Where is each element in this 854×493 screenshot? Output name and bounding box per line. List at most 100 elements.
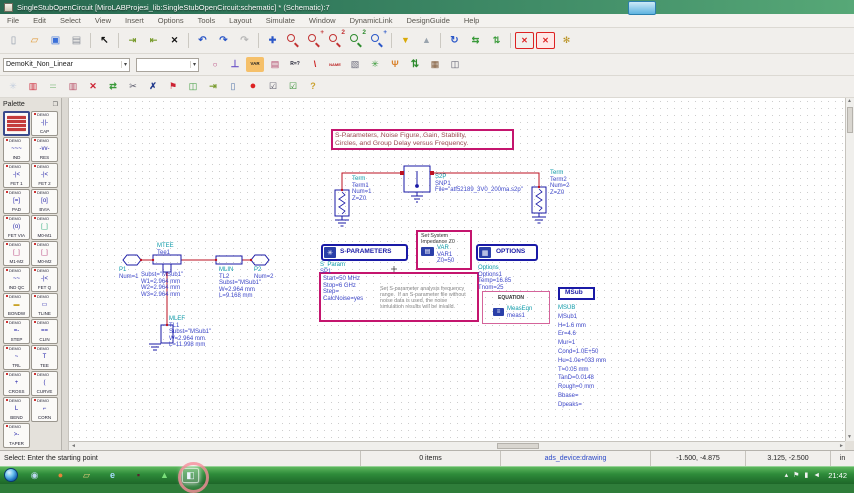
snap-star-button[interactable]: ✳ (4, 79, 22, 94)
deactivate-component-button[interactable]: ✕ (515, 32, 534, 49)
simulation-status-button[interactable]: ☑ (264, 79, 282, 94)
palette-scroll-strip[interactable] (62, 98, 69, 450)
menu-file[interactable]: File (7, 16, 19, 25)
scroll-up-icon[interactable]: ▲ (847, 99, 852, 104)
palette-item-cross[interactable]: DEMO + CROSS (3, 371, 30, 396)
print-button[interactable]: ▤ (67, 32, 86, 49)
new-file-button[interactable]: ▯ (4, 32, 23, 49)
palette-item-bondw[interactable]: DEMO ▬ BONDW (3, 293, 30, 318)
var-icon[interactable]: ▤ (421, 247, 434, 256)
scroll-down-icon[interactable]: ▼ (847, 435, 852, 440)
insert-wire-button[interactable]: ⇥ (123, 32, 142, 49)
snp1-labels[interactable]: S2P SNP1 File="atf52189_3V0_200ma.s2p" (435, 174, 523, 194)
taskbar-clock[interactable]: 21:42 (828, 471, 847, 480)
palette-item-corn[interactable]: DEMO ⌐ CORN (31, 397, 58, 422)
component-library-combo[interactable]: DemoKit_Non_Linear ▾ (3, 57, 130, 72)
note-title-text[interactable]: S-Parameters, Noise Figure, Gain, Stabil… (335, 132, 468, 148)
netlist-page-button[interactable]: ▯ (224, 79, 242, 94)
palette-item-fet-q[interactable]: DEMO -|< FET Q (31, 267, 58, 292)
menu-edit[interactable]: Edit (33, 16, 46, 25)
chevron-down-icon[interactable]: ▾ (189, 61, 196, 68)
menu-select[interactable]: Select (60, 16, 81, 25)
term1-labels[interactable]: Term Term1 Num=1 Z=Z0 (352, 176, 372, 202)
palette-item-tee[interactable]: DEMO T TEE (31, 345, 58, 370)
z0-note-heading[interactable]: Set System Impedance Z0 (421, 233, 455, 245)
tray-network-icon[interactable]: ▮ (804, 471, 808, 479)
palette-item-fet-1[interactable]: DEMO -|< FET 1 (3, 163, 30, 188)
palette-float-icon[interactable]: ❒ (53, 101, 58, 108)
taskbar-app-firefox[interactable]: ● (52, 468, 69, 483)
component-history-combo[interactable]: ▾ (136, 57, 199, 72)
horizontal-scrollbar[interactable]: ◄ ► (69, 441, 846, 450)
menu-dynamiclink[interactable]: DynamicLink (350, 16, 393, 25)
undo-button[interactable]: ↶ (193, 32, 212, 49)
term2-labels[interactable]: Term Term2 Num=2 Z=Z0 (550, 170, 570, 196)
palette-item-ind[interactable]: DEMO ~~~ IND (3, 137, 30, 162)
simulate-button[interactable]: ⇅ (406, 57, 424, 72)
sparam-instance-labels[interactable]: S_Param SP1 (320, 262, 345, 275)
chevron-down-icon[interactable]: ▾ (120, 61, 127, 68)
palette-item-taper[interactable]: DEMO >- TAPER (3, 423, 30, 448)
palette-item-m0-m2[interactable]: DEMO [_] M0-M2 (31, 241, 58, 266)
zoom-in-button[interactable]: + (305, 29, 324, 49)
palette-item-ind-qc[interactable]: DEMO ~~ IND QC (3, 267, 30, 292)
palette-item-fet-2[interactable]: DEMO -|< FET 2 (31, 163, 58, 188)
taskbar-app-green[interactable]: ▲ (156, 468, 173, 483)
help-pointer-button[interactable]: ? (304, 79, 322, 94)
wire-name-button[interactable]: NAME (326, 57, 344, 72)
schematic-canvas[interactable]: ✳ ▦ ▤ ≡ S-Parameters, Noise Figure, Gain, St… (69, 98, 846, 441)
options-instance-labels[interactable]: Options Options1 Temp=16.85 Tnom=25 (478, 265, 511, 291)
palette-item-step[interactable]: DEMO =- STEP (3, 319, 30, 344)
scroll-left-icon[interactable]: ◄ (71, 444, 76, 449)
palette-item-tline[interactable]: DEMO ▭ TLINE (31, 293, 58, 318)
parts-list-red-button[interactable]: ▥ (24, 79, 42, 94)
deactivate-parts-button[interactable]: ✕ (84, 79, 102, 94)
scroll-right-icon[interactable]: ► (839, 444, 844, 449)
palette-item-cap[interactable]: DEMO -||- CAP (31, 111, 58, 136)
insert-var-button[interactable]: VAR (246, 57, 264, 72)
tray-show-hidden-icon[interactable]: ▴ (785, 471, 789, 479)
library-browser-button[interactable]: ▤ (266, 57, 284, 72)
menu-insert[interactable]: Insert (125, 16, 144, 25)
taskbar-app-explorer[interactable]: ▱ (78, 468, 95, 483)
palette-item-pad[interactable]: DEMO [=] PAD (3, 189, 30, 214)
palette-item-m0-m1[interactable]: DEMO [_] M0-M1 (31, 215, 58, 240)
horizontal-scroll-thumb[interactable] (497, 443, 539, 449)
vertical-scroll-thumb[interactable] (847, 107, 853, 133)
rotate-button[interactable]: ↻ (445, 32, 464, 49)
tune-parameters-button[interactable]: Ψ (386, 57, 404, 72)
tray-volume-icon[interactable]: ◄ (813, 472, 820, 479)
menu-options[interactable]: Options (158, 16, 184, 25)
save-button[interactable]: ▣ (46, 32, 65, 49)
sim-settings-labels[interactable]: Start=50 MHz Stop=6 GHz Step= CalcNoise=yes (323, 276, 363, 302)
sparams-block-label[interactable]: S-PARAMETERS (340, 248, 392, 256)
p1-labels[interactable]: P1 Num=1 (119, 267, 139, 280)
options-grid-icon[interactable]: ▦ (479, 247, 491, 258)
menu-help[interactable]: Help (464, 16, 479, 25)
copy-pages-button[interactable]: ◫ (184, 79, 202, 94)
open-file-button[interactable]: ▱ (25, 32, 44, 49)
palette-item-curve[interactable]: DEMO (CURVE (31, 371, 58, 396)
taskbar-app-media[interactable]: ◉ (26, 468, 43, 483)
menu-simulate[interactable]: Simulate (266, 16, 295, 25)
menu-tools[interactable]: Tools (198, 16, 216, 25)
insert-ground-button[interactable]: ⊥ (226, 57, 244, 72)
parts-list-mixed-button[interactable]: ▥ (64, 79, 82, 94)
push-into-hierarchy-button[interactable]: ▼ (396, 32, 415, 49)
delete-trace-button[interactable]: ✗ (144, 79, 162, 94)
edit-parameters-button[interactable]: R=? (286, 57, 304, 72)
insert-bus-wire-button[interactable]: ⇤ (144, 32, 163, 49)
palette-item-bend[interactable]: DEMO L BEND (3, 397, 30, 422)
redo-disabled-button[interactable]: ↷ (235, 32, 254, 49)
redo-button[interactable]: ↷ (214, 32, 233, 49)
flag-errors-button[interactable]: ⚑ (164, 79, 182, 94)
zoom-area-button[interactable] (284, 32, 303, 49)
palette-item-res[interactable]: DEMO -vv- RES (31, 137, 58, 162)
swap-components-button[interactable]: ⇄ (104, 79, 122, 94)
simulation-setup-button[interactable]: ✳ (366, 57, 384, 72)
taskbar-app-dark[interactable]: ▪ (130, 468, 147, 483)
sim-note-text[interactable]: Set S-parameter analysis frequency range.… (380, 286, 466, 310)
measeqn-labels[interactable]: MeasEqn meas1 (507, 306, 532, 319)
palette-item-bvia[interactable]: DEMO [o] BVIA (31, 189, 58, 214)
palette-item-fet-via[interactable]: DEMO (o) FET VIA (3, 215, 30, 240)
